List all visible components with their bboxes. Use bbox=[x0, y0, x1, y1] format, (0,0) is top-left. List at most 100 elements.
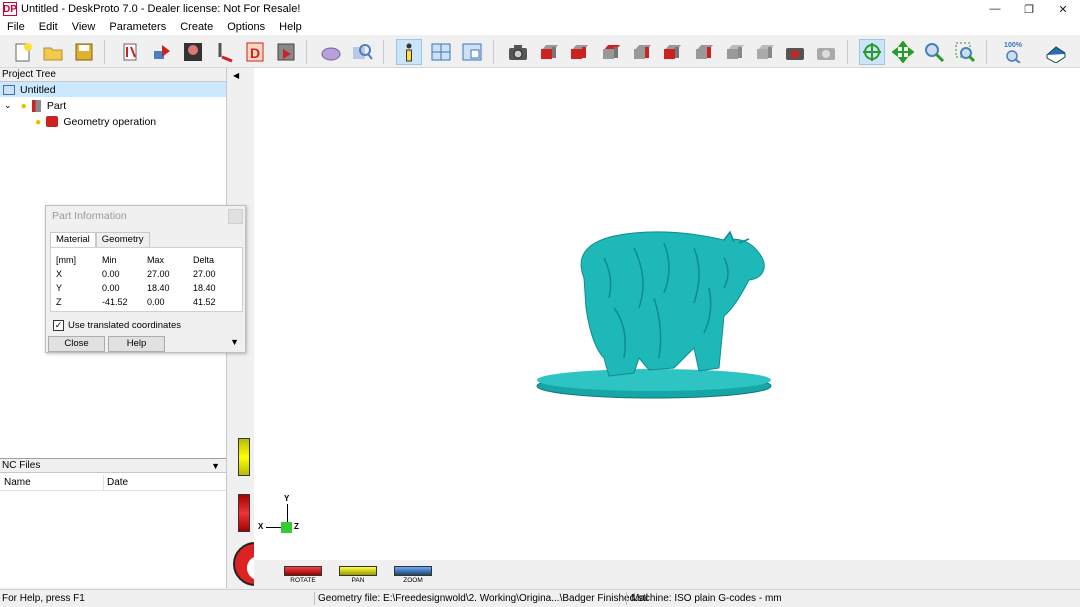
rotate-mode-label: ROTATE bbox=[290, 577, 316, 584]
rotate-mode-button[interactable] bbox=[284, 566, 322, 576]
lightbulb-icon[interactable]: ● bbox=[35, 116, 41, 128]
checkbox-label: Use translated coordinates bbox=[68, 320, 182, 331]
save-nc-icon[interactable] bbox=[273, 39, 299, 65]
cube-view-icon-2[interactable] bbox=[565, 39, 591, 65]
zoom-100-icon[interactable]: 100% bbox=[1000, 39, 1026, 65]
status-geometry-file: Geometry file: E:\Freedesignwold\2. Work… bbox=[318, 593, 648, 604]
close-icon[interactable] bbox=[228, 209, 243, 224]
zoom-window-icon[interactable] bbox=[952, 39, 978, 65]
menu-parameters[interactable]: Parameters bbox=[102, 21, 173, 33]
menu-edit[interactable]: Edit bbox=[32, 21, 65, 33]
dialog-title: Part Information bbox=[52, 210, 127, 222]
project-icon bbox=[3, 84, 15, 95]
tree-item-label: Part bbox=[46, 99, 67, 112]
nc-files-panel: NC Files ▼ Name Date bbox=[0, 458, 226, 588]
minimize-icon[interactable]: — bbox=[978, 0, 1012, 18]
badger-model bbox=[536, 230, 772, 399]
close-button[interactable]: Close bbox=[48, 336, 105, 352]
book-icon[interactable] bbox=[1043, 39, 1069, 65]
nc-files-columns: Name Date bbox=[0, 475, 226, 491]
translated-coordinates-option[interactable]: ✓ Use translated coordinates bbox=[53, 320, 181, 331]
save-icon[interactable] bbox=[71, 39, 97, 65]
row-x-min: 0.00 bbox=[102, 269, 120, 279]
cube-view-icon-4[interactable] bbox=[628, 39, 654, 65]
row-y-delta: 18.40 bbox=[193, 283, 216, 293]
restore-icon[interactable]: ❐ bbox=[1012, 0, 1046, 18]
tree-item-label: Untitled bbox=[20, 83, 56, 96]
tab-material[interactable]: Material bbox=[50, 232, 96, 248]
status-bar: For Help, press F1 Geometry file: E:\Fre… bbox=[0, 589, 1080, 607]
pan-mode-button[interactable] bbox=[339, 566, 377, 576]
lightbulb-icon[interactable]: ● bbox=[21, 100, 27, 112]
row-z-axis: Z bbox=[56, 297, 62, 307]
row-x-axis: X bbox=[56, 269, 63, 279]
pan-mode-label: PAN bbox=[351, 577, 365, 584]
translated-coordinates-checkbox[interactable]: ✓ bbox=[53, 320, 64, 331]
new-file-icon[interactable] bbox=[10, 39, 36, 65]
menu-options[interactable]: Options bbox=[220, 21, 272, 33]
rotate-gauge[interactable] bbox=[238, 494, 250, 532]
toolbar: D 100% bbox=[0, 35, 1080, 68]
axis-origin-cube bbox=[281, 522, 292, 533]
open-folder-icon[interactable] bbox=[40, 39, 66, 65]
nc-files-title: NC Files bbox=[2, 460, 41, 471]
svg-text:D: D bbox=[250, 45, 260, 61]
header-unit: [mm] bbox=[56, 255, 76, 265]
drawing-icon[interactable]: D bbox=[242, 39, 268, 65]
axis-y-label: Y bbox=[284, 494, 290, 503]
close-icon[interactable]: ✕ bbox=[1046, 0, 1080, 18]
menu-view[interactable]: View bbox=[65, 21, 103, 33]
tree-item-geometry-operation[interactable]: ● Geometry operation bbox=[35, 114, 156, 129]
help-button[interactable]: Help bbox=[108, 336, 165, 352]
calculate-toolpath-icon[interactable] bbox=[117, 39, 143, 65]
tree-item-part[interactable]: ⌄ ● Part bbox=[4, 98, 66, 113]
title-bar: DP Untitled - DeskProto 7.0 - Dealer lic… bbox=[0, 0, 1080, 18]
menu-file[interactable]: File bbox=[0, 21, 32, 33]
tab-geometry[interactable]: Geometry bbox=[95, 232, 150, 248]
search-icon[interactable] bbox=[349, 39, 375, 65]
row-x-delta: 27.00 bbox=[193, 269, 216, 279]
camera-rotate-icon[interactable] bbox=[782, 39, 808, 65]
mode-strip: ROTATE PAN ZOOM bbox=[254, 560, 1080, 588]
column-date[interactable]: Date bbox=[107, 477, 128, 488]
status-machine: Machine: ISO plain G-codes - mm bbox=[631, 593, 782, 604]
zoom-mode-button[interactable] bbox=[394, 566, 432, 576]
window-icon[interactable] bbox=[459, 39, 485, 65]
cube-view-icon-8[interactable] bbox=[751, 39, 777, 65]
expand-arrow-icon[interactable]: ▼ bbox=[230, 337, 239, 347]
cube-view-icon-1[interactable] bbox=[535, 39, 561, 65]
part-information-dialog: Part Information Material Geometry [mm] … bbox=[45, 205, 246, 353]
header-min: Min bbox=[102, 255, 117, 265]
camera-icon[interactable] bbox=[505, 39, 531, 65]
camera-gray-icon[interactable] bbox=[813, 39, 839, 65]
tool-icon[interactable] bbox=[212, 39, 238, 65]
layout-icon[interactable] bbox=[428, 39, 454, 65]
pan-gauge[interactable] bbox=[238, 438, 250, 476]
dropdown-arrow-icon[interactable]: ▼ bbox=[211, 459, 220, 473]
cube-view-icon-6[interactable] bbox=[690, 39, 716, 65]
menu-create[interactable]: Create bbox=[173, 21, 220, 33]
3d-viewport[interactable]: Y X Z bbox=[254, 68, 1080, 560]
simulate-icon[interactable] bbox=[180, 39, 206, 65]
cube-view-icon-5[interactable] bbox=[658, 39, 684, 65]
cube-view-icon-7[interactable] bbox=[721, 39, 747, 65]
column-name[interactable]: Name bbox=[4, 477, 31, 488]
zoom-mode-label: ZOOM bbox=[403, 577, 423, 584]
row-x-max: 27.00 bbox=[147, 269, 170, 279]
part-icon[interactable] bbox=[318, 39, 344, 65]
row-z-min: -41.52 bbox=[102, 297, 128, 307]
chevron-down-icon[interactable]: ⌄ bbox=[4, 100, 12, 111]
row-y-min: 0.00 bbox=[102, 283, 120, 293]
rotate-tool-icon[interactable] bbox=[859, 39, 885, 65]
cube-view-icon-3[interactable] bbox=[597, 39, 623, 65]
tree-item-untitled[interactable]: Untitled bbox=[0, 82, 226, 97]
info-icon[interactable] bbox=[396, 39, 422, 65]
axis-z-label: Z bbox=[294, 522, 299, 531]
zoom-tool-icon[interactable] bbox=[921, 39, 947, 65]
pan-tool-icon[interactable] bbox=[890, 39, 916, 65]
window-title: Untitled - DeskProto 7.0 - Dealer licens… bbox=[21, 3, 301, 15]
menu-help[interactable]: Help bbox=[272, 21, 309, 33]
collapse-arrow-icon[interactable]: ◀ bbox=[233, 71, 239, 80]
app-logo-icon: DP bbox=[3, 2, 17, 16]
send-icon[interactable] bbox=[149, 39, 175, 65]
